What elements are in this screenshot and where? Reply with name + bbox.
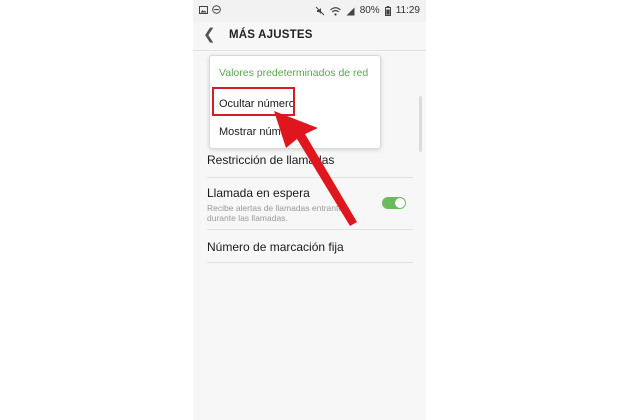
signal-icon: [346, 7, 355, 15]
header-divider: [193, 50, 426, 51]
wifi-icon: [329, 6, 341, 16]
call-restriction-label: Restricción de llamadas: [207, 153, 335, 167]
row-divider: [207, 262, 413, 263]
highlight-box: [212, 87, 295, 116]
clock: 11:29: [395, 5, 420, 16]
call-restriction-row[interactable]: Restricción de llamadas: [207, 153, 417, 167]
popup-header: Valores predeterminados de red: [219, 67, 369, 79]
fixed-dialing-row[interactable]: Número de marcación fija: [207, 240, 417, 254]
dnd-icon: [212, 5, 221, 14]
page-title: MÁS AJUSTES: [229, 29, 313, 41]
scrollbar[interactable]: [419, 96, 422, 152]
call-waiting-toggle[interactable]: [382, 197, 406, 209]
call-waiting-description: Recibe alertas de llamadas entrantes dur…: [207, 203, 348, 223]
row-divider: [207, 177, 413, 178]
mute-icon: [315, 6, 325, 16]
option-show-number[interactable]: Mostrar núme: [219, 126, 287, 138]
status-bar: 80% 11:29: [193, 0, 426, 22]
toggle-knob: [395, 198, 405, 208]
image-icon: [199, 5, 208, 14]
app-header: ❮ MÁS AJUSTES: [193, 22, 426, 50]
row-divider: [207, 229, 413, 230]
back-chevron-icon[interactable]: ❮: [203, 27, 216, 43]
battery-icon: [384, 6, 391, 16]
battery-level: 80%: [359, 5, 380, 16]
fixed-dialing-label: Número de marcación fija: [207, 240, 344, 254]
